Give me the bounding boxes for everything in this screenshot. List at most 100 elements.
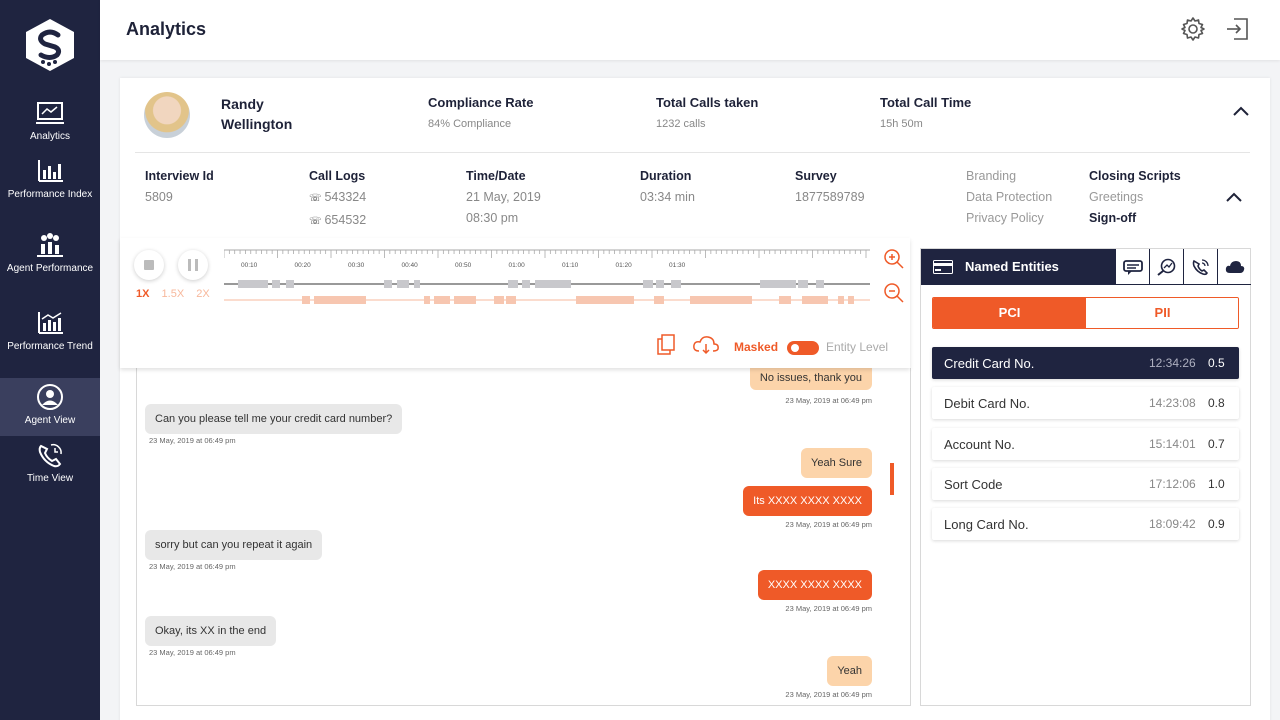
message-bubble-agent: No issues, thank you	[749, 368, 872, 390]
entity-score: 0.7	[1208, 436, 1225, 451]
collapse-details-chevron-icon[interactable]	[1226, 192, 1242, 202]
message-bubble-agent: XXXX XXXX XXXX	[757, 570, 872, 600]
timeline-tick-label: 01:30	[669, 262, 686, 269]
sidebar-item-label: Time View	[26, 473, 74, 484]
message-timestamp: 23 May, 2019 at 06:49 pm	[785, 690, 872, 699]
audio-timeline[interactable]: 00:10 00:20 00:30 00:40 00:50 01:00 01:10 01:20…	[224, 248, 870, 308]
meta-label: Time/Date	[466, 169, 526, 183]
tab-chat-transcript[interactable]	[1115, 249, 1149, 285]
compliance-tags-col1: Branding Data Protection Privacy Policy	[966, 166, 1052, 229]
tag-item[interactable]: Sign-off	[1089, 208, 1181, 229]
zoom-out-icon[interactable]	[883, 282, 905, 304]
entity-name: Long Card No.	[944, 517, 1029, 533]
tab-pci[interactable]: PCI	[933, 298, 1086, 328]
cloud-download-icon[interactable]	[692, 334, 720, 356]
stop-button[interactable]	[134, 250, 164, 280]
tag-item[interactable]: Branding	[966, 166, 1052, 187]
entity-score: 0.5	[1208, 356, 1225, 370]
customer-speech-segment	[314, 296, 366, 304]
copy-icon[interactable]	[656, 334, 676, 356]
chat-transcript[interactable]: No issues, thank you 23 May, 2019 at 06:4…	[136, 368, 911, 706]
total-call-time-stat: Total Call Time 15h 50m	[880, 95, 971, 130]
entity-row[interactable]: Debit Card No. 14:23:08 0.8	[932, 387, 1239, 420]
meta-label: Interview Id	[145, 169, 214, 183]
message-bubble-customer: sorry but can you repeat it again	[145, 530, 323, 560]
playback-speeds: 1X 1.5X 2X	[136, 288, 219, 300]
message-bubble-customer: Okay, its XX in the end	[145, 616, 277, 646]
app-logo[interactable]	[25, 18, 75, 72]
entity-type-toggle: PCI PII	[932, 297, 1239, 329]
speed-option[interactable]: 1.5X	[162, 288, 185, 300]
entity-row[interactable]: Long Card No. 18:09:42 0.9	[932, 508, 1239, 541]
agent-speech-segment	[522, 280, 530, 288]
stop-icon	[144, 260, 154, 270]
agent-speech-segment	[238, 280, 268, 288]
sidebar-item-analytics[interactable]: Analytics	[0, 100, 100, 144]
sidebar-item-label: Analytics	[29, 131, 70, 142]
agent-speech-segment	[414, 280, 420, 288]
masking-toggle[interactable]	[787, 341, 819, 355]
tag-item[interactable]: Data Protection	[966, 187, 1052, 208]
sidebar-item-label: Performance Trend	[7, 341, 93, 352]
tag-item[interactable]: Greetings	[1089, 187, 1181, 208]
sidebar-item-performance-trend[interactable]: Performance Trend	[0, 310, 100, 368]
message-bubble-customer: Can you please tell me your credit card …	[145, 404, 403, 434]
agent-speech-segment	[286, 280, 294, 288]
tab-sentiment[interactable]	[1149, 249, 1183, 285]
named-entities-panel: Named Entities PCI PII Credit Card No. 12…	[920, 248, 1251, 706]
entity-time: 14:23:08	[1149, 396, 1196, 411]
customer-speech-segment	[434, 296, 450, 304]
meta-label: Call Logs	[309, 169, 366, 183]
logout-icon[interactable]	[1224, 16, 1250, 42]
agent-call-card: Randy Wellington Compliance Rate 84% Com…	[120, 78, 1270, 720]
sidebar-item-performance-index[interactable]: Performance Index	[0, 158, 100, 216]
sidebar-item-agent-view[interactable]: Agent View	[0, 378, 100, 436]
call-log-number: 543324	[324, 190, 367, 204]
call-log-item[interactable]: ☏ 543324	[309, 190, 366, 206]
entity-time: 17:12:06	[1149, 476, 1196, 491]
scroll-indicator[interactable]	[890, 463, 894, 495]
message-bubble-agent: Its XXXX XXXX XXXX	[743, 486, 872, 516]
phone-clock-icon	[38, 443, 62, 468]
speed-option[interactable]: 1X	[136, 288, 149, 300]
gear-icon[interactable]	[1180, 16, 1206, 42]
tab-cloud[interactable]	[1217, 249, 1251, 285]
stat-value: 84% Compliance	[428, 118, 512, 130]
bar-chart-icon	[38, 160, 63, 182]
timeline-tick-label: 00:30	[348, 262, 365, 269]
collapse-chevron-icon[interactable]	[1233, 106, 1249, 116]
duration-value: 03:34 min	[640, 190, 695, 204]
stat-label: Total Calls taken	[656, 95, 759, 110]
survey-value: 1877589789	[795, 190, 865, 204]
chat-lines-icon	[1123, 260, 1143, 275]
tag-item[interactable]: Closing Scripts	[1089, 166, 1181, 187]
sidebar-item-label: Agent Performance	[6, 263, 94, 274]
pause-icon	[195, 259, 198, 271]
entity-row[interactable]: Account No. 15:14:01 0.7	[932, 427, 1239, 460]
timeline-tick-label: 01:10	[562, 262, 579, 269]
tab-call-details[interactable]	[1183, 249, 1217, 285]
interview-id-field: Interview Id 5809	[145, 169, 214, 204]
entity-row[interactable]: Sort Code 17:12:06 1.0	[932, 467, 1239, 500]
agent-speech-segment	[508, 280, 518, 288]
entity-row[interactable]: Credit Card No. 12:34:26 0.5	[932, 347, 1239, 379]
entity-name: Account No.	[944, 436, 1015, 452]
zoom-in-icon[interactable]	[883, 248, 905, 270]
timeline-tick-label: 00:50	[455, 262, 472, 269]
entity-time: 15:14:01	[1149, 436, 1196, 451]
sidebar-item-label: Performance Index	[7, 189, 93, 200]
pause-button[interactable]	[178, 250, 208, 280]
trend-chart-icon	[38, 312, 63, 334]
agent-first-name: Randy	[221, 96, 264, 112]
sidebar-item-agent-performance[interactable]: Agent Performance	[0, 232, 100, 290]
message-bubble-agent: Yeah Sure	[801, 448, 872, 478]
sidebar-item-label: Agent View	[24, 415, 76, 426]
speed-option[interactable]: 2X	[196, 288, 209, 300]
call-log-item[interactable]: ☏ 654532	[309, 213, 366, 229]
credit-card-icon	[933, 260, 953, 274]
compliance-stat: Compliance Rate 84% Compliance	[428, 95, 533, 130]
sidebar-item-time-view[interactable]: Time View	[0, 442, 100, 486]
tag-item[interactable]: Privacy Policy	[966, 208, 1052, 229]
tab-pii[interactable]: PII	[1086, 298, 1238, 328]
call-logs-field: Call Logs ☏ 543324 ☏ 654532	[309, 169, 366, 229]
